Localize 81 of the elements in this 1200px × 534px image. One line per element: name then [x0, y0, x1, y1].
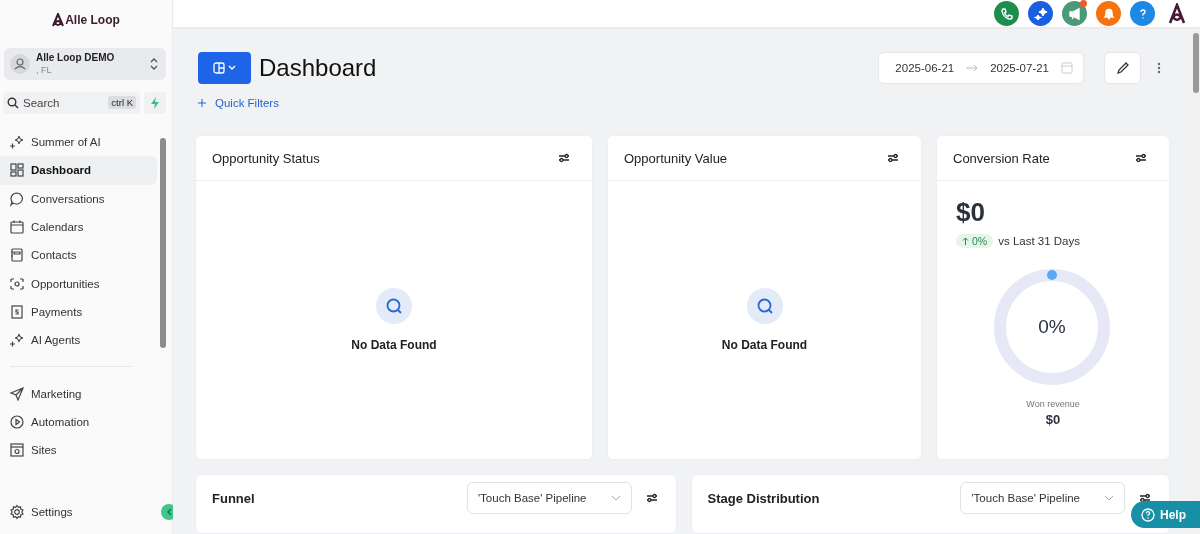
search-icon	[746, 288, 783, 324]
account-switcher[interactable]: Alle Loop DEMO , FL	[4, 48, 166, 80]
nav-item[interactable]: Contacts	[0, 241, 157, 270]
caret-icon	[610, 495, 621, 501]
pencil-icon	[1115, 61, 1130, 75]
empty-message: No Data Found	[351, 338, 437, 352]
edit-button[interactable]	[1104, 52, 1141, 84]
grid-icon	[9, 162, 25, 179]
sparkle-button[interactable]	[1028, 1, 1053, 26]
calendar-icon	[9, 219, 25, 236]
megaphone-icon	[1067, 6, 1082, 21]
chevron-icon	[150, 57, 158, 71]
phone-button[interactable]	[994, 1, 1019, 26]
lightning-icon	[150, 97, 160, 109]
filter-icon[interactable]	[1135, 153, 1147, 163]
help-icon	[1141, 507, 1155, 522]
revenue-value: $0	[1045, 412, 1061, 427]
shortcut-hint: ctrl K	[108, 96, 136, 109]
search-icon	[7, 97, 19, 109]
settings-link[interactable]: Settings	[0, 497, 161, 526]
card-title: Funnel	[212, 490, 255, 506]
account-location: , FL	[36, 64, 53, 76]
quick-filters-link[interactable]: Quick Filters	[198, 97, 279, 109]
account-name: Alle Loop DEMO	[36, 52, 116, 64]
browser-icon	[9, 442, 25, 459]
megaphone-button[interactable]	[1062, 1, 1087, 26]
nav-item[interactable]: Sites	[0, 435, 157, 465]
help-button[interactable]: Help	[1131, 501, 1200, 528]
nav-item[interactable]: Marketing	[0, 379, 157, 408]
brand-logo-icon[interactable]	[1168, 2, 1186, 25]
nav-item[interactable]: AI Agents	[0, 326, 157, 355]
bell-button[interactable]	[1096, 1, 1121, 26]
phone-icon	[999, 6, 1014, 21]
settings-icon	[9, 503, 25, 520]
gauge-value: 0%	[1037, 316, 1067, 338]
card-title: Conversion Rate	[953, 150, 1050, 166]
filter-icon[interactable]	[645, 493, 658, 503]
date-range-field[interactable]: 2025-06-21 2025-07-21	[878, 52, 1084, 84]
more-icon[interactable]	[1157, 62, 1161, 74]
invoice-icon	[9, 303, 25, 320]
card-title: Opportunity Status	[212, 150, 320, 166]
sparkle-icon	[9, 134, 25, 151]
nav-item[interactable]: Calendars	[0, 212, 157, 242]
brand-logo: Alle Loop	[52, 0, 120, 40]
nav-item[interactable]: Payments	[0, 297, 157, 327]
filter-icon[interactable]	[887, 153, 899, 163]
avatar-icon	[10, 54, 30, 74]
paper-plane-icon	[9, 385, 25, 402]
plus-icon	[198, 99, 206, 107]
play-circle-icon	[9, 413, 25, 430]
caret-icon	[1104, 495, 1114, 501]
nodes-icon	[9, 275, 25, 292]
bell-icon	[1101, 6, 1116, 21]
pipeline-select[interactable]: 'Touch Base' Pipeline	[960, 482, 1125, 514]
nav-item[interactable]: Dashboard	[0, 156, 157, 185]
card-title: Opportunity Value	[624, 150, 728, 166]
pipeline-select[interactable]: 'Touch Base' Pipeline	[466, 482, 632, 514]
sparkle-icon	[1033, 6, 1048, 21]
chevron-left-icon	[166, 507, 172, 516]
filter-icon[interactable]	[1139, 493, 1151, 503]
contact-card-icon	[9, 247, 25, 264]
filter-icon[interactable]	[558, 153, 570, 163]
chat-bubble-icon	[9, 190, 25, 207]
change-badge: 0%	[956, 234, 994, 248]
page-title: Dashboard	[259, 54, 377, 82]
arrow-right-icon	[966, 64, 979, 72]
sparkle-icon	[9, 332, 25, 349]
amount-value: $0	[956, 197, 986, 228]
comparison-label: vs Last 31 Days	[998, 235, 1080, 247]
calendar-icon	[1061, 62, 1073, 74]
nav-item[interactable]: Opportunities	[0, 269, 157, 298]
card-title: Stage Distribution	[707, 490, 820, 506]
nav-item[interactable]: Summer of AI	[0, 128, 157, 157]
layout-caret-icon	[212, 62, 237, 74]
help-button[interactable]	[1130, 1, 1155, 26]
empty-message: No Data Found	[721, 338, 808, 352]
layout-dropdown-button[interactable]	[198, 52, 251, 84]
nav-item[interactable]: Automation	[0, 407, 157, 436]
nav-item[interactable]: Conversations	[0, 184, 157, 213]
search-icon	[376, 288, 412, 324]
revenue-label: Won revenue	[1026, 399, 1080, 409]
